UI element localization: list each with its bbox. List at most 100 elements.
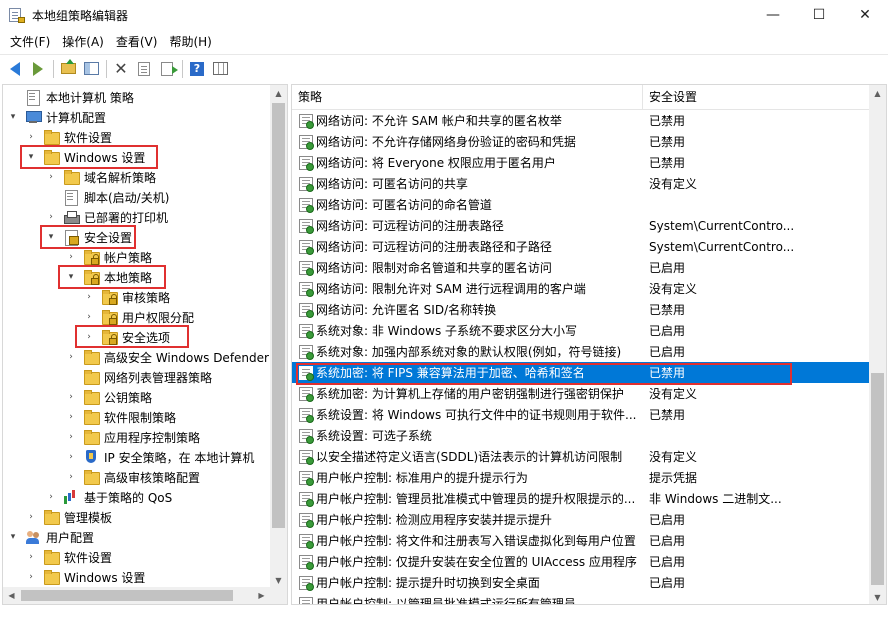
expand-chevron-icon[interactable]: › [83,291,95,303]
tree-item[interactable]: › 管理模板 [25,507,112,527]
tree-item[interactable]: › 软件限制策略 [65,407,176,427]
menu-file[interactable]: 文件(F) [4,30,56,54]
tree-item[interactable]: › 公钥策略 [65,387,152,407]
policy-row[interactable]: 以安全描述符定义语言(SDDL)语法表示的计算机访问限制 没有定义 [292,446,871,467]
close-button[interactable]: ✕ [842,0,888,30]
policy-row[interactable]: 用户帐户控制: 仅提升安装在安全位置的 UIAccess 应用程序 已启用 [292,551,871,572]
delete-button[interactable]: ✕ [110,58,132,80]
scroll-left-icon[interactable]: ◀ [3,587,20,604]
tree-item[interactable]: 本地计算机 策略 [7,87,134,107]
expand-chevron-icon[interactable]: › [25,551,37,563]
scroll-right-icon[interactable]: ▶ [253,587,270,604]
policy-row[interactable]: 网络访问: 可匿名访问的共享 没有定义 [292,173,871,194]
policy-row[interactable]: 系统加密: 将 FIPS 兼容算法用于加密、哈希和签名 已禁用 [292,362,871,383]
scroll-up-icon[interactable]: ▲ [270,85,287,102]
tree-vertical-scrollbar[interactable]: ▲ ▼ [270,85,287,589]
policy-row[interactable]: 用户帐户控制: 将文件和注册表写入错误虚拟化到每用户位置 已启用 [292,530,871,551]
expand-chevron-icon[interactable]: › [65,411,77,423]
collapse-chevron-icon[interactable]: ▾ [45,231,57,243]
expand-chevron-icon[interactable]: › [25,511,37,523]
policy-row[interactable]: 网络访问: 可远程访问的注册表路径和子路径 System\CurrentContr… [292,236,871,257]
menu-help[interactable]: 帮助(H) [163,30,217,54]
policy-row[interactable]: 网络访问: 将 Everyone 权限应用于匿名用户 已禁用 [292,152,871,173]
expand-chevron-icon[interactable]: › [45,491,57,503]
tree-item[interactable]: 网络列表管理器策略 [65,367,212,387]
maximize-button[interactable]: ☐ [796,0,842,30]
policy-row[interactable]: 系统加密: 为计算机上存储的用户密钥强制进行强密钥保护 没有定义 [292,383,871,404]
tree-item[interactable]: › 基于策略的 QoS [45,487,172,507]
policy-row[interactable]: 网络访问: 允许匿名 SID/名称转换 已禁用 [292,299,871,320]
column-header-security-setting[interactable]: 安全设置 [643,85,871,110]
expand-chevron-icon[interactable]: › [65,251,77,263]
tree-hscroll-thumb[interactable] [21,590,233,601]
tree-item[interactable]: › IP 安全策略，在 本地计算机 [65,447,254,467]
expand-chevron-icon[interactable]: › [45,171,57,183]
collapse-chevron-icon[interactable]: ▾ [7,531,19,543]
tree-item[interactable]: › 高级安全 Windows Defender [65,347,269,367]
show-hide-tree-button[interactable] [80,58,102,80]
list-vscroll-thumb[interactable] [871,373,884,585]
tree-item[interactable]: › 已部署的打印机 [45,207,168,227]
policy-row[interactable]: 系统对象: 非 Windows 子系统不要求区分大小写 已启用 [292,320,871,341]
tree-item[interactable]: › 用户权限分配 [83,307,194,327]
export-list-button[interactable] [156,58,178,80]
extended-view-button[interactable] [209,58,231,80]
expand-chevron-icon[interactable]: › [83,311,95,323]
collapse-chevron-icon[interactable]: ▾ [65,271,77,283]
menu-view[interactable]: 查看(V) [110,30,164,54]
policy-row[interactable]: 用户帐户控制: 以管理员批准模式运行所有管理员 [292,593,871,604]
up-one-level-button[interactable] [57,58,79,80]
list-vertical-scrollbar[interactable]: ▲ ▼ [869,85,886,604]
policy-row[interactable]: 网络访问: 限制允许对 SAM 进行远程调用的客户端 没有定义 [292,278,871,299]
policy-row[interactable]: 网络访问: 可匿名访问的命名管道 [292,194,871,215]
collapse-chevron-icon[interactable]: ▾ [25,151,37,163]
tree-item[interactable]: › 高级审核策略配置 [65,467,200,487]
tree-item[interactable]: › 安全选项 [83,327,170,347]
policy-row[interactable]: 网络访问: 可远程访问的注册表路径 System\CurrentContro... [292,215,871,236]
tree-item[interactable]: › 域名解析策略 [45,167,156,187]
tree-item[interactable]: ▾ 安全设置 [45,227,132,247]
tree-item[interactable]: › 软件设置 [25,547,112,567]
expand-chevron-icon[interactable]: › [25,131,37,143]
tree-item[interactable]: › 审核策略 [83,287,170,307]
tree-vscroll-thumb[interactable] [272,103,285,528]
scroll-up-icon[interactable]: ▲ [869,85,886,102]
collapse-chevron-icon[interactable]: ▾ [7,111,19,123]
policy-row[interactable]: 网络访问: 不允许存储网络身份验证的密码和凭据 已禁用 [292,131,871,152]
tree-horizontal-scrollbar[interactable]: ◀ ▶ [3,587,270,604]
tree-item[interactable]: 脚本(启动/关机) [45,187,169,207]
tree-item[interactable]: › 软件设置 [25,127,112,147]
expand-chevron-icon[interactable]: › [83,331,95,343]
forward-button[interactable] [27,58,49,80]
policy-row[interactable]: 系统对象: 加强内部系统对象的默认权限(例如，符号链接) 已启用 [292,341,871,362]
expand-chevron-icon[interactable]: › [65,351,77,363]
expand-chevron-icon[interactable]: › [65,391,77,403]
tree-item[interactable]: ▾ Windows 设置 [25,147,145,167]
policy-row[interactable]: 系统设置: 可选子系统 [292,425,871,446]
expand-chevron-icon[interactable]: › [25,571,37,583]
menu-action[interactable]: 操作(A) [56,30,110,54]
policy-row[interactable]: 网络访问: 不允许 SAM 帐户和共享的匿名枚举 已禁用 [292,110,871,131]
expand-chevron-icon[interactable]: › [65,471,77,483]
help-button[interactable]: ? [186,58,208,80]
column-header-policy[interactable]: 策略 [292,85,643,110]
expand-chevron-icon[interactable]: › [65,431,77,443]
minimize-button[interactable]: — [750,0,796,30]
policy-row[interactable]: 用户帐户控制: 标准用户的提升提示行为 提示凭据 [292,467,871,488]
expand-chevron-icon[interactable]: › [65,451,77,463]
tree-item[interactable]: › Windows 设置 [25,567,145,587]
back-button[interactable] [4,58,26,80]
tree-item[interactable]: ▾ 用户配置 [7,527,94,547]
policy-row[interactable]: 网络访问: 限制对命名管道和共享的匿名访问 已启用 [292,257,871,278]
policy-row[interactable]: 系统设置: 将 Windows 可执行文件中的证书规则用于软件... 已禁用 [292,404,871,425]
scroll-down-icon[interactable]: ▼ [869,589,886,604]
policy-row[interactable]: 用户帐户控制: 管理员批准模式中管理员的提升权限提示的... 非 Windows … [292,488,871,509]
tree-item[interactable]: › 帐户策略 [65,247,152,267]
expand-chevron-icon[interactable]: › [45,211,57,223]
policy-row[interactable]: 用户帐户控制: 提示提升时切换到安全桌面 已启用 [292,572,871,593]
tree-item[interactable]: ▾ 本地策略 [65,267,152,287]
properties-button[interactable] [133,58,155,80]
tree-item[interactable]: ▾ 计算机配置 [7,107,106,127]
tree-item[interactable]: › 应用程序控制策略 [65,427,200,447]
policy-row[interactable]: 用户帐户控制: 检测应用程序安装并提示提升 已启用 [292,509,871,530]
